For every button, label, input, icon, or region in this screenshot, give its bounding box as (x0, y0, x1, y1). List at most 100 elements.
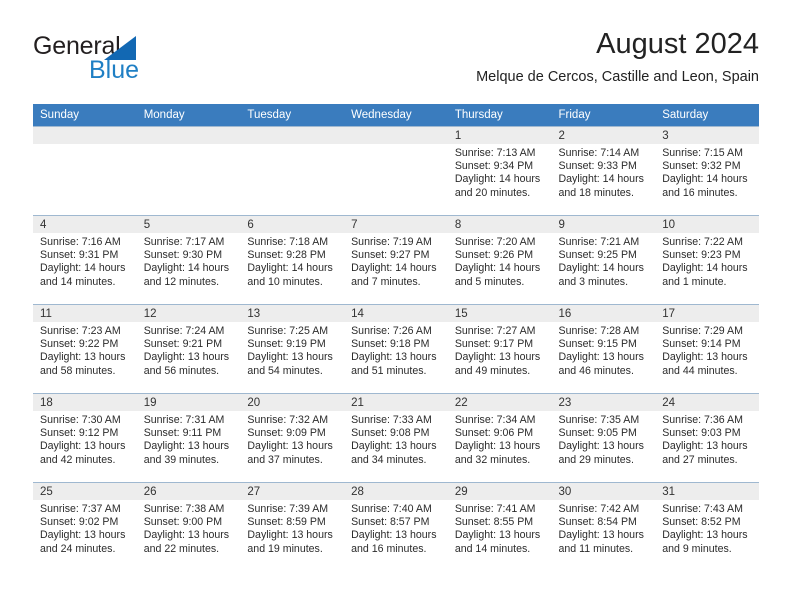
calendar-day-cell[interactable]: 25 Sunrise: 7:37 AM Sunset: 9:02 PM Dayligh… (33, 482, 137, 572)
calendar-day-cell[interactable]: 3 Sunrise: 7:15 AM Sunset: 9:32 PM Daylight… (655, 126, 759, 216)
day-detail-line: and 44 minutes. (662, 364, 738, 377)
day-number (240, 127, 345, 144)
calendar-day-cell[interactable]: 18 Sunrise: 7:30 AM Sunset: 9:12 PM Dayligh… (33, 393, 137, 483)
calendar-day-cell[interactable]: 22 Sunrise: 7:34 AM Sunset: 9:06 PM Dayligh… (447, 393, 552, 483)
day-detail-line: Sunrise: 7:28 AM (558, 325, 640, 337)
calendar-day-cell[interactable]: 23 Sunrise: 7:35 AM Sunset: 9:05 PM Dayligh… (551, 393, 656, 483)
calendar-day-cell[interactable]: 16 Sunrise: 7:28 AM Sunset: 9:15 PM Dayligh… (551, 304, 656, 394)
day-number: 30 (551, 483, 656, 500)
calendar-day-cell[interactable]: 30 Sunrise: 7:42 AM Sunset: 8:54 PM Dayligh… (551, 482, 656, 572)
calendar-day-cell[interactable]: 5 Sunrise: 7:17 AM Sunset: 9:30 PM Daylight… (136, 215, 241, 305)
day-detail-line: Sunrise: 7:32 AM (247, 414, 329, 426)
weekday-header-saturday: Saturday (655, 104, 759, 127)
calendar-day-cell[interactable]: 4 Sunrise: 7:16 AM Sunset: 9:31 PM Daylight… (33, 215, 137, 305)
calendar-day-cell[interactable]: 26 Sunrise: 7:38 AM Sunset: 9:00 PM Dayligh… (136, 482, 241, 572)
day-detail-line: Sunset: 8:52 PM (662, 516, 741, 529)
day-details: Sunrise: 7:34 AM Sunset: 9:06 PM Daylight:… (448, 411, 552, 467)
day-detail-line: Daylight: 13 hours (662, 351, 748, 364)
day-detail-line: Daylight: 14 hours (558, 262, 644, 275)
calendar-day-cell[interactable]: 8 Sunrise: 7:20 AM Sunset: 9:26 PM Daylight… (447, 215, 552, 305)
day-detail-line: and 22 minutes. (143, 542, 220, 555)
day-detail-line: Sunset: 9:32 PM (662, 160, 741, 173)
calendar-day-cell[interactable]: 2 Sunrise: 7:14 AM Sunset: 9:33 PM Daylight… (551, 126, 656, 216)
day-detail-line: Sunset: 9:33 PM (558, 160, 637, 173)
day-details: Sunrise: 7:17 AM Sunset: 9:30 PM Daylight:… (137, 233, 241, 289)
calendar-empty-cell (33, 126, 137, 216)
day-detail-line: Sunrise: 7:36 AM (662, 414, 743, 426)
day-detail-line: Sunset: 9:18 PM (351, 338, 430, 351)
calendar-day-cell[interactable]: 27 Sunrise: 7:39 AM Sunset: 8:59 PM Dayligh… (240, 482, 345, 572)
weekday-header-sunday: Sunday (33, 104, 137, 127)
day-detail-line: Daylight: 14 hours (351, 262, 437, 275)
weekday-header-thursday: Thursday (447, 104, 552, 127)
day-detail-line: Sunrise: 7:13 AM (454, 147, 536, 159)
calendar-day-cell[interactable]: 13 Sunrise: 7:25 AM Sunset: 9:19 PM Dayligh… (240, 304, 345, 394)
weekday-header-wednesday: Wednesday (344, 104, 448, 127)
day-detail-line: and 29 minutes. (558, 453, 634, 466)
day-detail-line: and 54 minutes. (247, 364, 323, 377)
day-number: 12 (136, 305, 241, 322)
day-number (33, 127, 137, 144)
calendar-day-cell[interactable]: 29 Sunrise: 7:41 AM Sunset: 8:55 PM Dayligh… (447, 482, 552, 572)
day-details: Sunrise: 7:29 AM Sunset: 9:14 PM Daylight:… (655, 322, 759, 378)
day-detail-line: Sunset: 9:02 PM (40, 516, 119, 529)
weekday-header-tuesday: Tuesday (240, 104, 345, 127)
day-detail-line: Sunrise: 7:14 AM (558, 147, 640, 159)
calendar-day-cell[interactable]: 1 Sunrise: 7:13 AM Sunset: 9:34 PM Daylight… (447, 126, 552, 216)
calendar-day-cell[interactable]: 17 Sunrise: 7:29 AM Sunset: 9:14 PM Dayligh… (655, 304, 759, 394)
calendar-week-row: 11 Sunrise: 7:23 AM Sunset: 9:22 PM Dayligh… (33, 304, 759, 394)
day-detail-line: Daylight: 13 hours (351, 351, 437, 364)
day-detail-line: Daylight: 13 hours (247, 440, 333, 453)
calendar-day-cell[interactable]: 28 Sunrise: 7:40 AM Sunset: 8:57 PM Dayligh… (344, 482, 448, 572)
day-detail-line: Sunrise: 7:35 AM (558, 414, 640, 426)
day-detail-line: Daylight: 13 hours (558, 351, 644, 364)
calendar-day-cell[interactable]: 24 Sunrise: 7:36 AM Sunset: 9:03 PM Dayligh… (655, 393, 759, 483)
calendar-day-cell[interactable]: 12 Sunrise: 7:24 AM Sunset: 9:21 PM Dayligh… (136, 304, 241, 394)
day-details: Sunrise: 7:21 AM Sunset: 9:25 PM Daylight:… (552, 233, 656, 289)
calendar-day-cell[interactable]: 21 Sunrise: 7:33 AM Sunset: 9:08 PM Dayligh… (344, 393, 448, 483)
day-number (344, 127, 448, 144)
day-detail-line: Sunset: 9:21 PM (143, 338, 223, 351)
day-details: Sunrise: 7:13 AM Sunset: 9:34 PM Daylight:… (448, 144, 552, 200)
day-detail-line: Sunset: 9:23 PM (662, 249, 741, 262)
day-detail-line: and 39 minutes. (143, 453, 220, 466)
day-number (136, 127, 241, 144)
calendar-day-cell[interactable]: 9 Sunrise: 7:21 AM Sunset: 9:25 PM Daylight… (551, 215, 656, 305)
day-detail-line: Sunrise: 7:21 AM (558, 236, 640, 248)
calendar-day-cell[interactable]: 14 Sunrise: 7:26 AM Sunset: 9:18 PM Dayligh… (344, 304, 448, 394)
day-detail-line: Sunset: 9:09 PM (247, 427, 326, 440)
calendar-day-cell[interactable]: 31 Sunrise: 7:43 AM Sunset: 8:52 PM Dayligh… (655, 482, 759, 572)
calendar-day-cell[interactable]: 6 Sunrise: 7:18 AM Sunset: 9:28 PM Daylight… (240, 215, 345, 305)
day-detail-line: Sunset: 9:08 PM (351, 427, 430, 440)
calendar-day-cell[interactable]: 7 Sunrise: 7:19 AM Sunset: 9:27 PM Daylight… (344, 215, 448, 305)
day-detail-line: Sunrise: 7:15 AM (662, 147, 743, 159)
day-detail-line: and 49 minutes. (454, 364, 531, 377)
calendar-day-cell[interactable]: 19 Sunrise: 7:31 AM Sunset: 9:11 PM Dayligh… (136, 393, 241, 483)
day-number: 22 (447, 394, 552, 411)
calendar-empty-cell (136, 126, 241, 216)
day-detail-line: and 1 minute. (662, 275, 727, 288)
day-detail-line: Sunset: 9:34 PM (454, 160, 534, 173)
page-subtitle: Melque de Cercos, Castille and Leon, Spa… (476, 69, 759, 86)
day-detail-line: and 34 minutes. (351, 453, 427, 466)
day-detail-line: Daylight: 13 hours (247, 351, 333, 364)
day-details: Sunrise: 7:25 AM Sunset: 9:19 PM Daylight:… (240, 322, 344, 378)
day-number: 13 (240, 305, 345, 322)
day-detail-line: and 5 minutes. (454, 275, 525, 288)
day-detail-line: and 9 minutes. (662, 542, 732, 555)
day-detail-line: Daylight: 13 hours (143, 440, 230, 453)
day-number: 2 (551, 127, 656, 144)
day-detail-line: Daylight: 14 hours (662, 173, 748, 186)
day-detail-line: Sunset: 9:27 PM (351, 249, 430, 262)
day-detail-line: and 42 minutes. (40, 453, 116, 466)
day-number: 17 (655, 305, 759, 322)
day-number: 25 (33, 483, 137, 500)
day-detail-line: Daylight: 13 hours (40, 440, 126, 453)
day-detail-line: Daylight: 13 hours (454, 529, 541, 542)
calendar-day-cell[interactable]: 10 Sunrise: 7:22 AM Sunset: 9:23 PM Dayligh… (655, 215, 759, 305)
brand-logo[interactable]: General Blue (33, 34, 233, 96)
calendar-day-cell[interactable]: 15 Sunrise: 7:27 AM Sunset: 9:17 PM Dayligh… (447, 304, 552, 394)
day-detail-line: Sunrise: 7:22 AM (662, 236, 743, 248)
calendar-day-cell[interactable]: 20 Sunrise: 7:32 AM Sunset: 9:09 PM Dayligh… (240, 393, 345, 483)
calendar-day-cell[interactable]: 11 Sunrise: 7:23 AM Sunset: 9:22 PM Dayligh… (33, 304, 137, 394)
